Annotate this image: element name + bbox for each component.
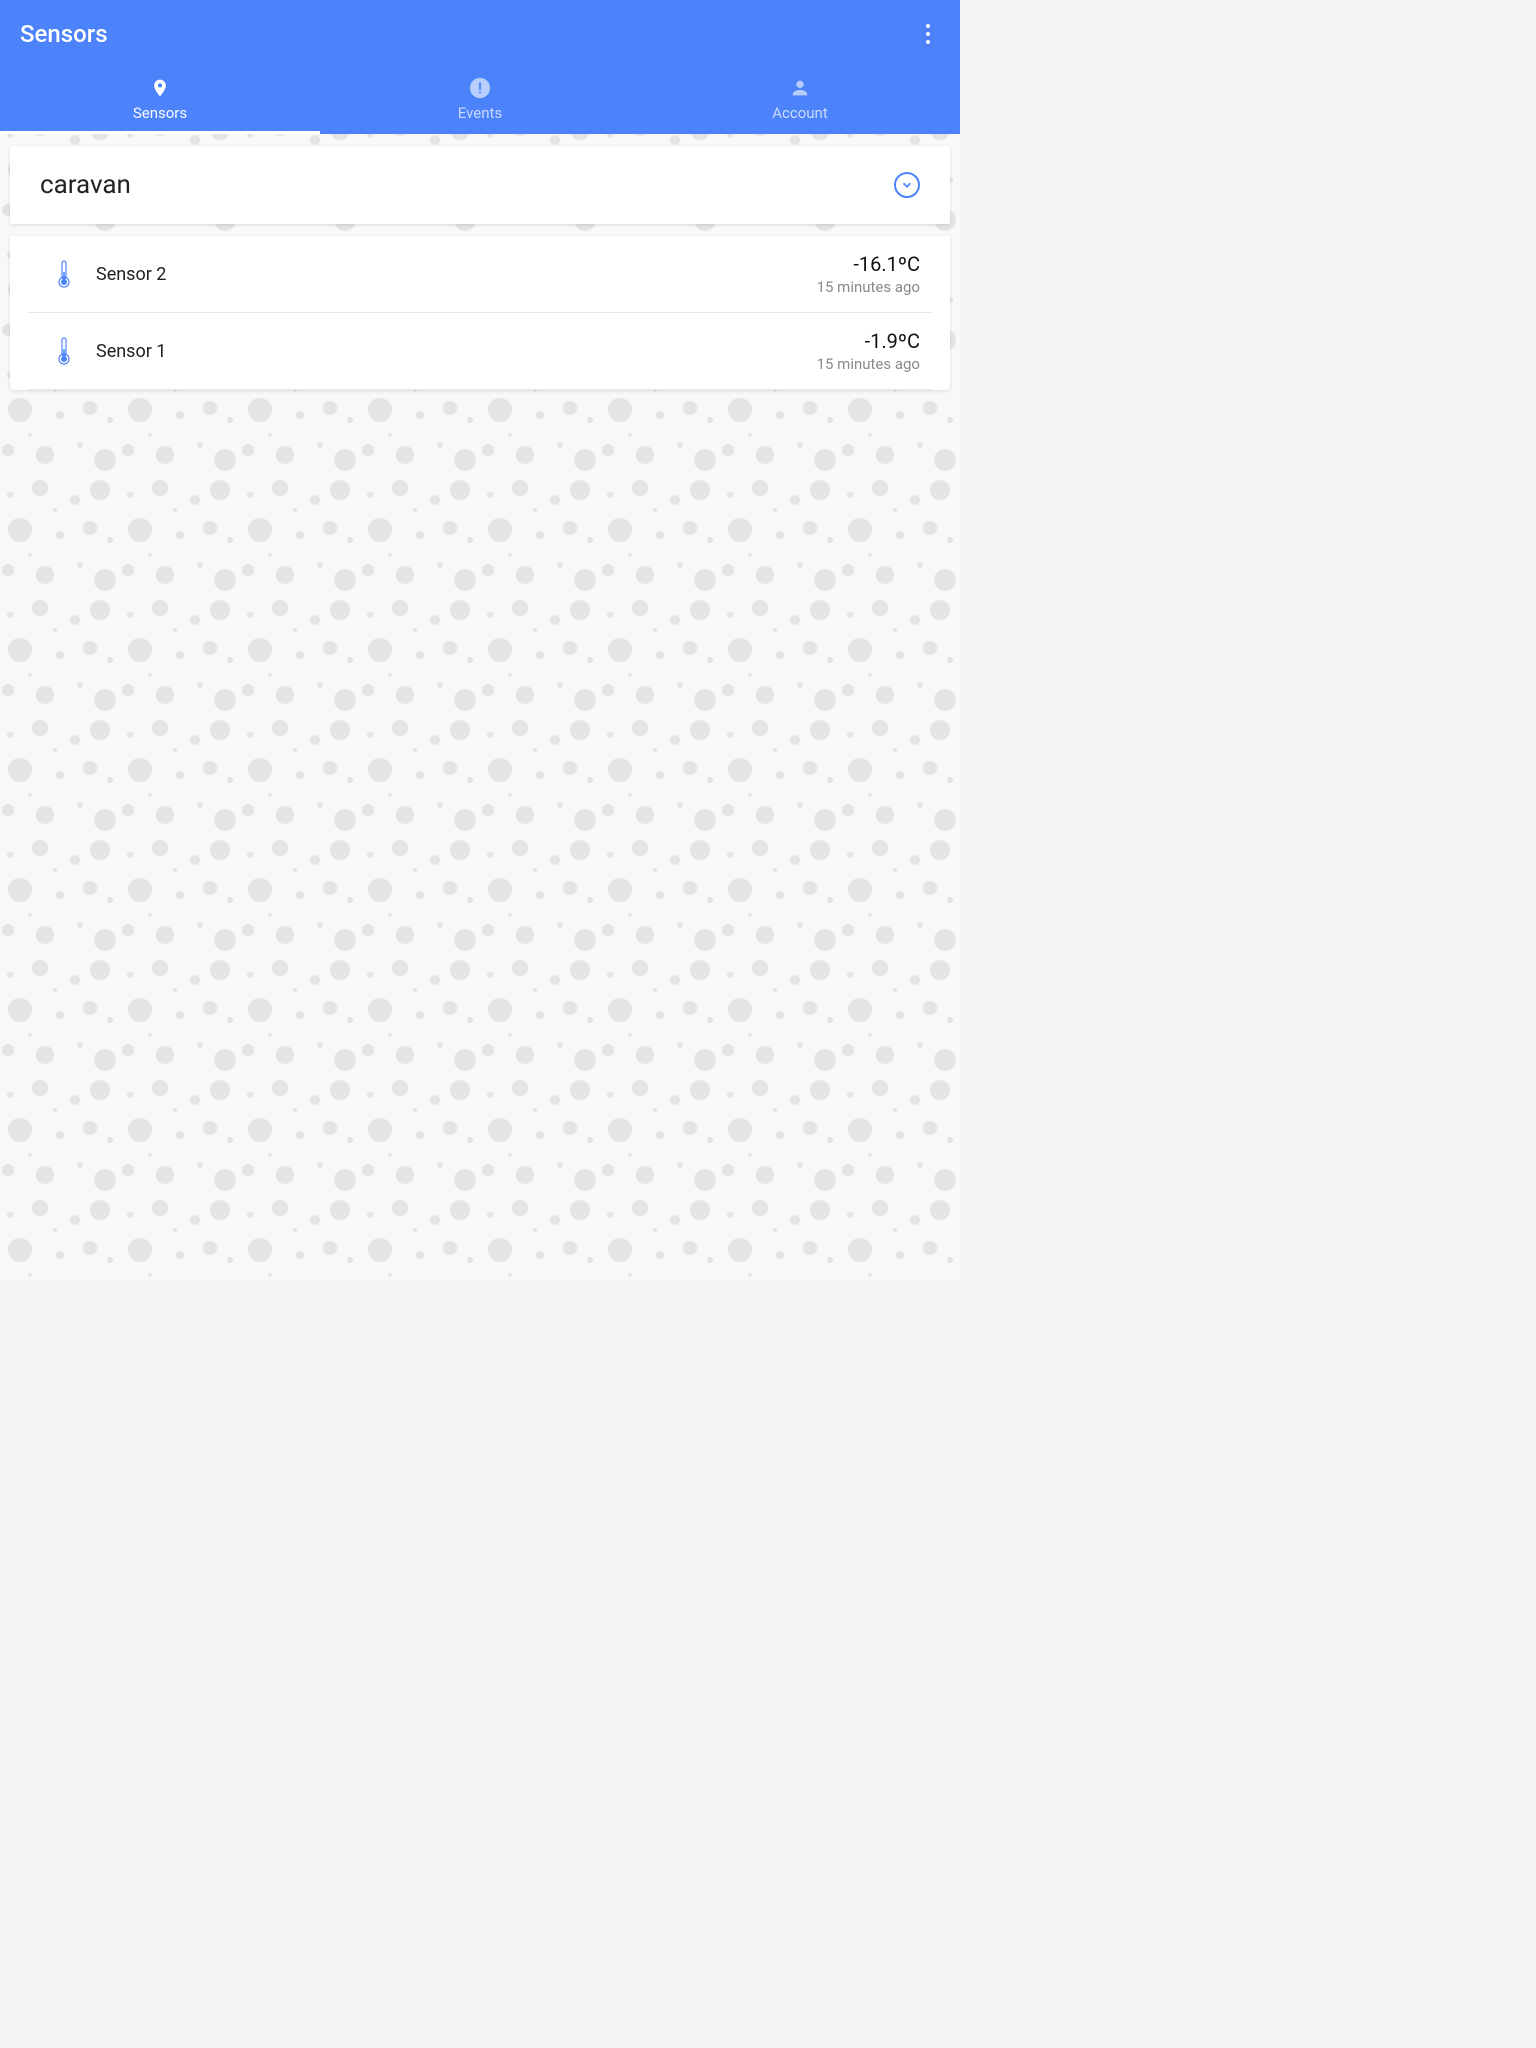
alert-icon <box>469 76 491 100</box>
location-pin-icon <box>150 76 170 100</box>
thermometer-icon <box>40 337 88 365</box>
overflow-menu-icon[interactable] <box>916 18 940 50</box>
person-icon <box>789 76 811 100</box>
tab-bar: Sensors Events Account <box>0 66 960 134</box>
sensor-list: Sensor 2 -16.1ºC 15 minutes ago Sensor 1… <box>10 236 950 390</box>
sensor-name: Sensor 2 <box>96 264 817 285</box>
sensor-row[interactable]: Sensor 2 -16.1ºC 15 minutes ago <box>28 236 932 313</box>
page-title: Sensors <box>20 20 108 48</box>
group-title: caravan <box>40 170 131 200</box>
thermometer-icon <box>40 260 88 288</box>
sensor-row[interactable]: Sensor 1 -1.9ºC 15 minutes ago <box>28 313 932 390</box>
tab-label: Account <box>772 104 828 122</box>
sensor-group-header[interactable]: caravan <box>10 146 950 224</box>
sensor-value: -16.1ºC <box>817 252 920 276</box>
tab-sensors[interactable]: Sensors <box>0 66 320 134</box>
sensor-timestamp: 15 minutes ago <box>817 355 920 373</box>
sensor-name: Sensor 1 <box>96 341 817 362</box>
sensor-timestamp: 15 minutes ago <box>817 278 920 296</box>
tab-label: Events <box>458 104 502 122</box>
tab-account[interactable]: Account <box>640 66 960 134</box>
chevron-down-icon[interactable] <box>894 172 920 198</box>
app-header: Sensors Sensors Events <box>0 0 960 134</box>
sensor-value: -1.9ºC <box>817 329 920 353</box>
tab-label: Sensors <box>133 104 187 122</box>
tab-events[interactable]: Events <box>320 66 640 134</box>
main-content: caravan Sensor 2 -16.1ºC 15 minutes ago <box>0 134 960 390</box>
